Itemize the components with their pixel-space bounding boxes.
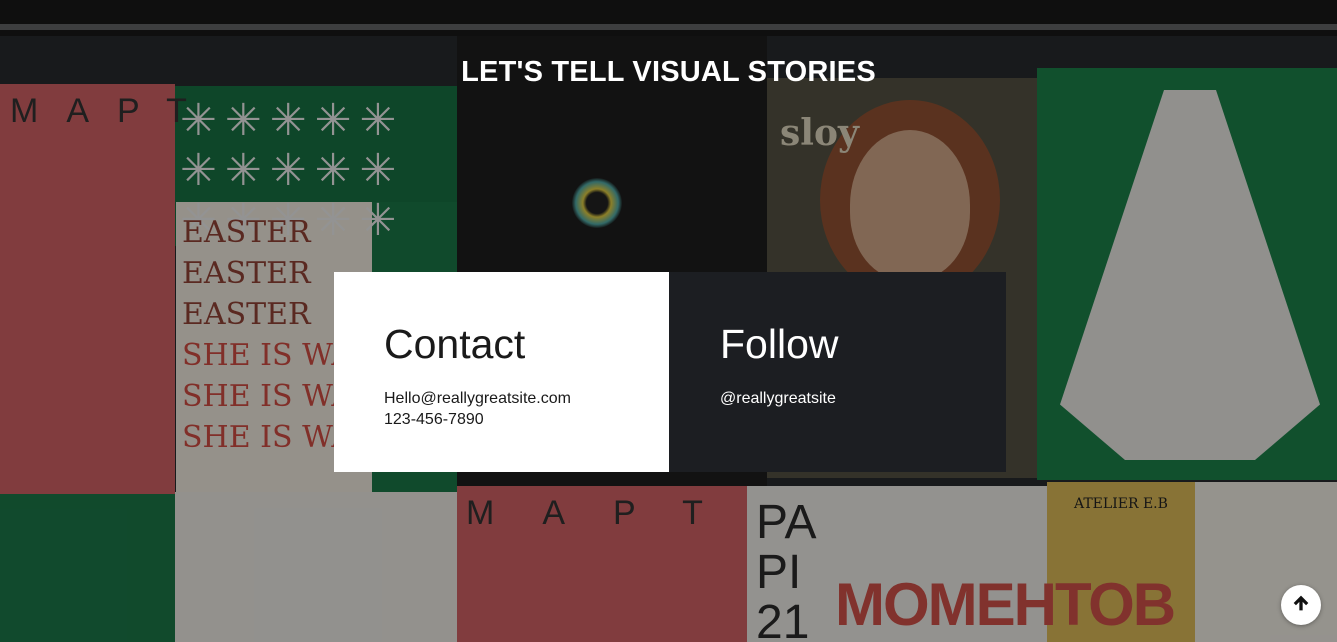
contact-phone[interactable]: 123-456-7890 [384,409,669,430]
follow-card: Follow @reallygreatsite [669,272,1006,472]
social-handle[interactable]: @reallygreatsite [720,388,1006,409]
contact-card: Contact Hello@reallygreatsite.com 123-45… [334,272,669,472]
scroll-to-top-button[interactable] [1281,585,1321,625]
arrow-up-icon [1290,592,1312,619]
follow-details: @reallygreatsite [720,388,1006,409]
page-heading: LET'S TELL VISUAL STORIES [461,56,876,88]
contact-details: Hello@reallygreatsite.com 123-456-7890 [384,388,669,430]
contact-title: Contact [384,321,526,367]
contact-email[interactable]: Hello@reallygreatsite.com [384,388,669,409]
follow-title: Follow [720,321,839,367]
